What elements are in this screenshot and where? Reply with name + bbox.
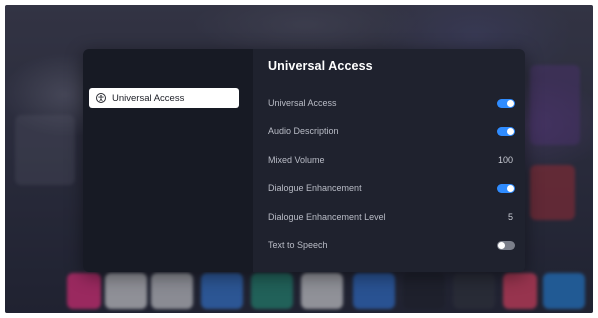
setting-label: Dialogue Enhancement (268, 183, 362, 193)
setting-row-mixed-volume[interactable]: Mixed Volume 100 (268, 152, 515, 168)
setting-row-audio-description[interactable]: Audio Description (268, 123, 515, 139)
dialogue-enhancement-toggle[interactable] (497, 183, 515, 193)
setting-label: Universal Access (268, 98, 337, 108)
page-title: Universal Access (268, 59, 373, 73)
accessibility-icon (96, 93, 106, 103)
audio-description-toggle[interactable] (497, 126, 515, 136)
setting-label: Mixed Volume (268, 155, 325, 165)
setting-row-universal-access[interactable]: Universal Access (268, 95, 515, 111)
toggle-knob (507, 127, 514, 135)
setting-label: Audio Description (268, 126, 339, 136)
settings-nav: Universal Access (83, 49, 253, 272)
toggle-knob (498, 241, 505, 249)
setting-row-dialogue-enhancement[interactable]: Dialogue Enhancement (268, 180, 515, 196)
nav-item-label: Universal Access (112, 92, 185, 104)
setting-row-text-to-speech[interactable]: Text to Speech (268, 237, 515, 253)
nav-item-universal-access[interactable]: Universal Access (89, 88, 239, 108)
mixed-volume-value: 100 (497, 155, 513, 165)
toggle-knob (507, 184, 514, 192)
text-to-speech-toggle[interactable] (497, 240, 515, 250)
setting-label: Dialogue Enhancement Level (268, 212, 386, 222)
universal-access-panel: Universal Access Universal Access Univer… (83, 49, 525, 272)
settings-content: Universal Access Universal Access Audio … (253, 49, 525, 272)
setting-label: Text to Speech (268, 240, 328, 250)
universal-access-toggle[interactable] (497, 98, 515, 108)
tv-background: Universal Access Universal Access Univer… (5, 5, 593, 313)
dialogue-enhancement-level-value: 5 (507, 212, 513, 222)
toggle-knob (507, 99, 514, 107)
setting-row-dialogue-enhancement-level[interactable]: Dialogue Enhancement Level 5 (268, 209, 515, 225)
